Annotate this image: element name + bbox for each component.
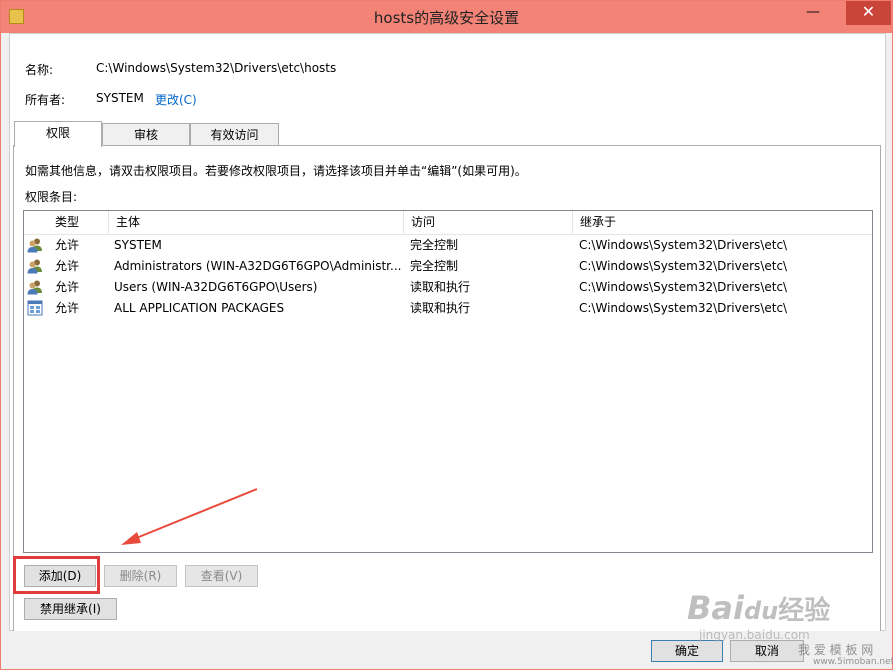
view-button[interactable]: 查看(V) <box>185 565 258 587</box>
entry-principal: Users (WIN-A32DG6T6GPO\Users) <box>114 280 318 294</box>
cancel-button[interactable]: 取消 <box>730 640 804 662</box>
remove-button[interactable]: 删除(R) <box>104 565 177 587</box>
users-icon <box>27 259 42 274</box>
table-row[interactable]: 允许 Users (WIN-A32DG6T6GPO\Users) 读取和执行 C… <box>24 277 872 298</box>
change-owner-link[interactable]: 更改(C) <box>155 91 197 108</box>
minimize-button[interactable]: — <box>799 1 827 25</box>
disable-inheritance-button[interactable]: 禁用继承(I) <box>24 598 117 620</box>
entry-inherited-from: C:\Windows\System32\Drivers\etc\ <box>579 280 788 294</box>
entry-principal: ALL APPLICATION PACKAGES <box>114 301 285 315</box>
watermark-site: jingyan.baidu.com <box>699 628 810 642</box>
title-bar[interactable]: hosts的高级安全设置 — ✕ <box>1 1 892 33</box>
table-row[interactable]: 允许 Administrators (WIN-A32DG6T6GPO\Admin… <box>24 256 872 277</box>
app-packages-icon <box>27 300 43 316</box>
users-icon <box>27 280 42 295</box>
entry-type: 允许 <box>55 238 80 252</box>
entry-type: 允许 <box>55 280 80 294</box>
close-button[interactable]: ✕ <box>846 1 891 25</box>
tab-effective-access[interactable]: 有效访问 <box>190 123 279 146</box>
entry-type: 允许 <box>55 259 80 273</box>
owner-label: 所有者: <box>25 93 66 107</box>
tab-permissions[interactable]: 权限 <box>14 121 102 147</box>
watermark-brand: Bai <box>687 589 744 627</box>
column-header-access[interactable]: 访问 <box>404 211 573 234</box>
entry-inherited-from: C:\Windows\System32\Drivers\etc\ <box>579 301 788 315</box>
entry-inherited-from: C:\Windows\System32\Drivers\etc\ <box>579 238 788 252</box>
list-header: 类型 主体 访问 继承于 <box>24 211 872 235</box>
entry-access: 完全控制 <box>410 238 459 252</box>
entry-principal: SYSTEM <box>114 238 162 252</box>
entry-inherited-from: C:\Windows\System32\Drivers\etc\ <box>579 259 788 273</box>
ok-button[interactable]: 确定 <box>651 640 723 662</box>
entry-access: 完全控制 <box>410 259 459 273</box>
add-button-highlight <box>13 556 100 594</box>
entries-label: 权限条目: <box>25 190 78 204</box>
corner-watermark-url: www.5imoban.net <box>813 657 893 667</box>
column-header-principal[interactable]: 主体 <box>109 211 404 234</box>
owner-value: SYSTEM <box>96 91 144 105</box>
security-settings-window: hosts的高级安全设置 — ✕ 名称: C:\Windows\System32… <box>0 0 893 670</box>
table-row[interactable]: 允许 ALL APPLICATION PACKAGES 读取和执行 C:\Win… <box>24 298 872 319</box>
tab-auditing[interactable]: 审核 <box>102 123 190 146</box>
column-header-type[interactable]: 类型 <box>48 211 109 234</box>
entry-access: 读取和执行 <box>410 280 471 294</box>
entry-access: 读取和执行 <box>410 301 471 315</box>
instructions-text: 如需其他信息，请双击权限项目。若要修改权限项目，请选择该项目并单击“编辑”(如果… <box>25 164 527 178</box>
annotation-arrow <box>121 488 258 545</box>
name-value: C:\Windows\System32\Drivers\etc\hosts <box>96 61 337 75</box>
corner-watermark-cn: 我 爱 模 板 网 <box>798 643 874 657</box>
table-row[interactable]: 允许 SYSTEM 完全控制 C:\Windows\System32\Drive… <box>24 235 872 256</box>
column-header-inherited-from[interactable]: 继承于 <box>573 211 872 234</box>
name-label: 名称: <box>25 63 54 77</box>
baidu-watermark: Baidu经验 <box>687 589 830 627</box>
watermark-cn: 经验 <box>778 596 831 626</box>
entry-type: 允许 <box>55 301 80 315</box>
watermark-paw: du <box>743 597 779 625</box>
entry-principal: Administrators (WIN-A32DG6T6GPO\Administ… <box>114 259 402 273</box>
window-title: hosts的高级安全设置 <box>373 9 520 27</box>
users-icon <box>27 238 42 253</box>
